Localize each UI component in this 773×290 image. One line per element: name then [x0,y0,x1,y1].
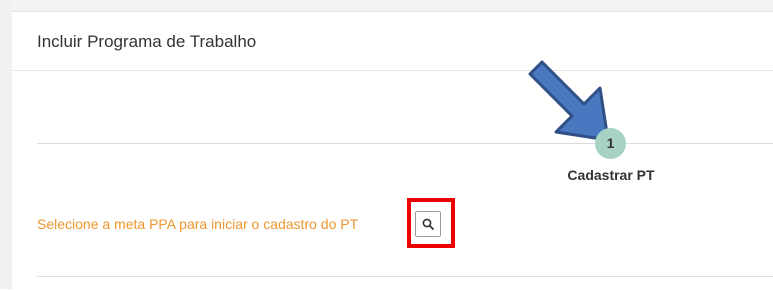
page-left-strip [0,0,12,289]
panel-header: Incluir Programa de Trabalho [12,12,773,71]
stepper-line [37,143,773,144]
page-top-strip [0,0,773,11]
select-meta-prompt: Selecione a meta PPA para iniciar o cada… [37,216,359,232]
step-1-label: Cadastrar PT [567,167,655,183]
search-button-highlight [407,198,455,248]
step-1-indicator[interactable]: 1 [595,128,626,159]
panel-title: Incluir Programa de Trabalho [37,32,257,51]
include-program-panel: Incluir Programa de Trabalho 1 Cadastrar… [12,11,773,290]
section-divider [37,276,773,277]
